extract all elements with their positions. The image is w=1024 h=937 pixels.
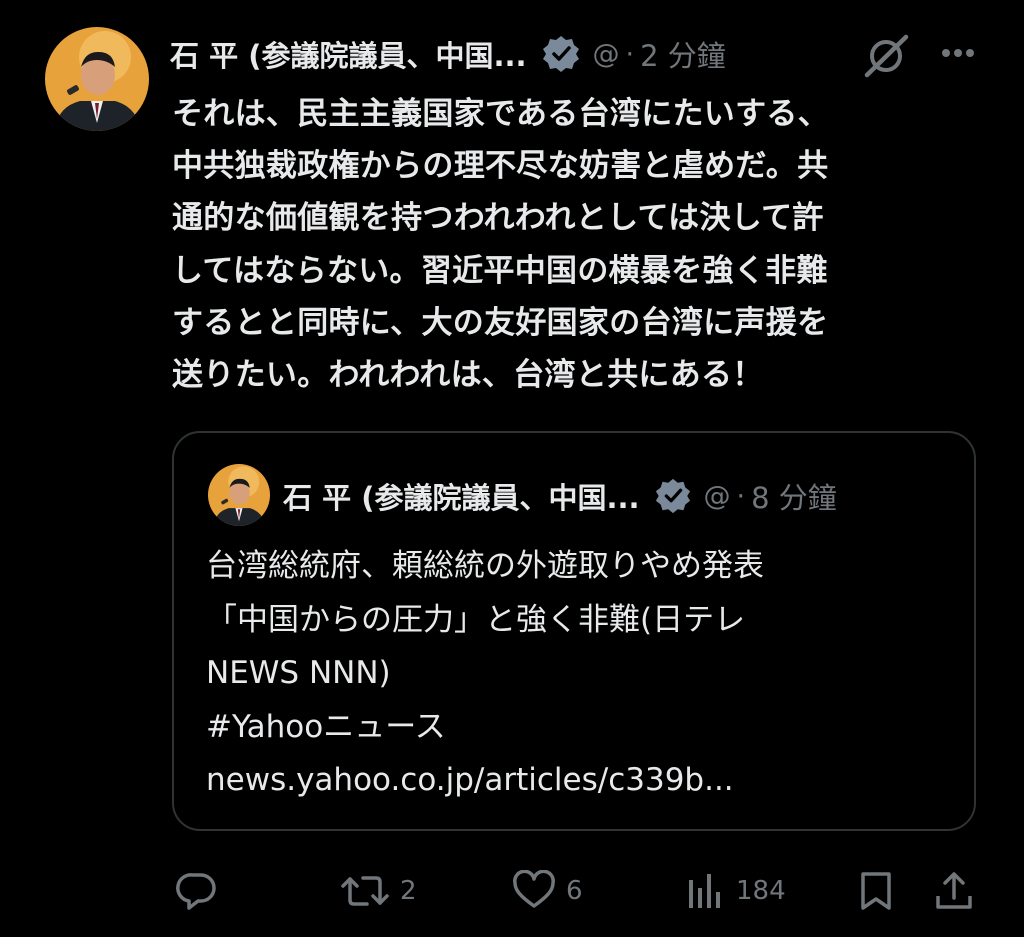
author-name[interactable]: 石 平 (参議院議員、中国...	[170, 33, 527, 75]
author-handle[interactable]: @	[593, 39, 620, 70]
quoted-header: 石 平 (参議院議員、中国... @ · 8 分鐘	[283, 476, 837, 516]
separator-dot: ·	[736, 480, 746, 512]
share-icon	[936, 872, 972, 909]
tweet-body: それは、民主主義国家である台湾にたいする、 中共独裁政権からの理不尽な妨害と虐め…	[172, 96, 829, 394]
reply-icon	[176, 873, 216, 910]
repost-button[interactable]: 2	[340, 868, 417, 914]
verified-badge-icon	[655, 478, 690, 514]
quoted-author-handle: @	[703, 480, 731, 512]
like-button[interactable]: 6	[512, 868, 583, 914]
share-button[interactable]	[934, 868, 974, 914]
quoted-author-name: 石 平 (参議院議員、中国...	[283, 481, 640, 515]
views-icon	[689, 874, 720, 908]
bookmark-icon	[861, 872, 891, 910]
verified-badge-icon	[542, 36, 579, 72]
quoted-time: 8 分鐘	[751, 481, 837, 515]
reply-button[interactable]	[176, 868, 228, 914]
bookmark-button[interactable]	[858, 868, 894, 914]
repost-count: 2	[400, 876, 417, 906]
avatar[interactable]	[45, 27, 149, 131]
views-button[interactable]: 184	[686, 868, 786, 914]
more-icon[interactable]	[941, 47, 975, 59]
like-icon	[513, 870, 555, 908]
quoted-avatar	[208, 464, 270, 526]
tweet-header: 石 平 (参議院議員、中国... @ · 2 分鐘	[170, 34, 726, 74]
separator-dot: ·	[625, 38, 635, 70]
quoted-body: 台湾総統府、頼総統の外遊取りやめ発表 「中国からの圧力」と強く非難(日テレ NE…	[206, 548, 764, 798]
tweet-time[interactable]: 2 分鐘	[640, 33, 726, 75]
like-count: 6	[566, 876, 583, 906]
grok-icon[interactable]	[861, 33, 911, 79]
repost-icon	[341, 876, 389, 906]
view-count: 184	[736, 876, 786, 906]
